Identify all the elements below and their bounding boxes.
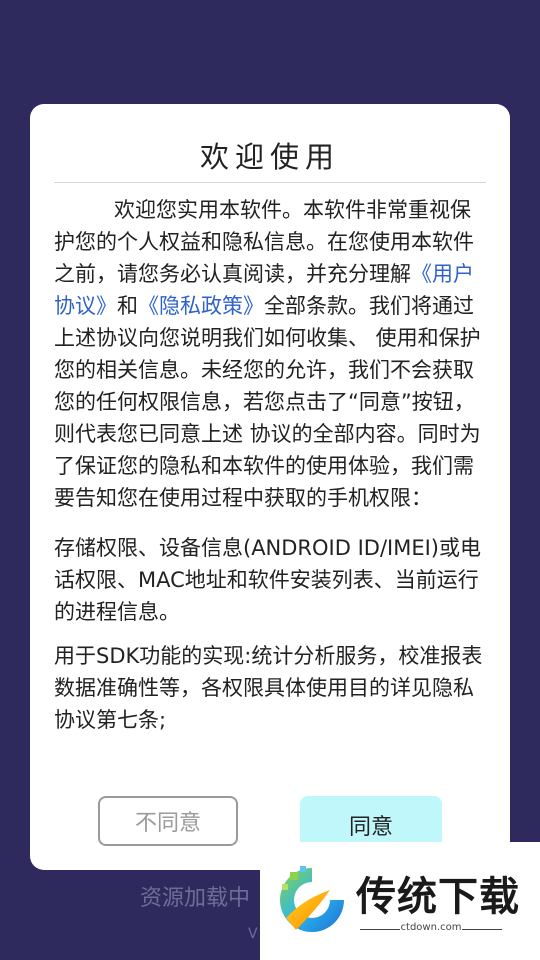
privacy-dialog: 欢迎使用 欢迎您实用本软件。本软件非常重视保护您的个人权益和隐私信息。在您使用本… — [30, 104, 510, 870]
watermark-domain: ctdown.com — [400, 922, 462, 933]
permissions-paragraph: 存储权限、设备信息(ANDROID ID/IMEI)或电话权限、MAC地址和软件… — [54, 536, 482, 624]
watermark: 传统下载 ctdown.com — [260, 842, 540, 960]
disagree-button[interactable]: 不同意 — [98, 796, 238, 846]
version-text: V — [248, 926, 258, 942]
intro-paragraph: 欢迎您实用本软件。本软件非常重视保护您的个人权益和隐私信息。在您使用本软件之前，… — [54, 194, 490, 514]
title-divider — [54, 182, 486, 183]
ctdown-logo-icon — [280, 866, 344, 932]
and-text: 和 — [117, 294, 138, 318]
dialog-title: 欢迎使用 — [199, 140, 340, 174]
watermark-line-right — [462, 929, 502, 930]
privacy-policy-link[interactable]: 《隐私政策》 — [138, 294, 264, 318]
dialog-body: 欢迎您实用本软件。本软件非常重视保护您的个人权益和隐私信息。在您使用本软件之前，… — [54, 194, 490, 736]
watermark-brand: 传统下载 — [356, 874, 520, 920]
sdk-paragraph: 用于SDK功能的实现:统计分析服务，校准报表数据准确性等，各权限具体使用目的详见… — [54, 644, 483, 732]
intro-text-end: 全部条款。我们将通过上述协议向您说明我们如何收集、 使用和保护您的相关信息。未经… — [54, 294, 481, 510]
loading-text: 资源加载中 — [140, 886, 251, 911]
